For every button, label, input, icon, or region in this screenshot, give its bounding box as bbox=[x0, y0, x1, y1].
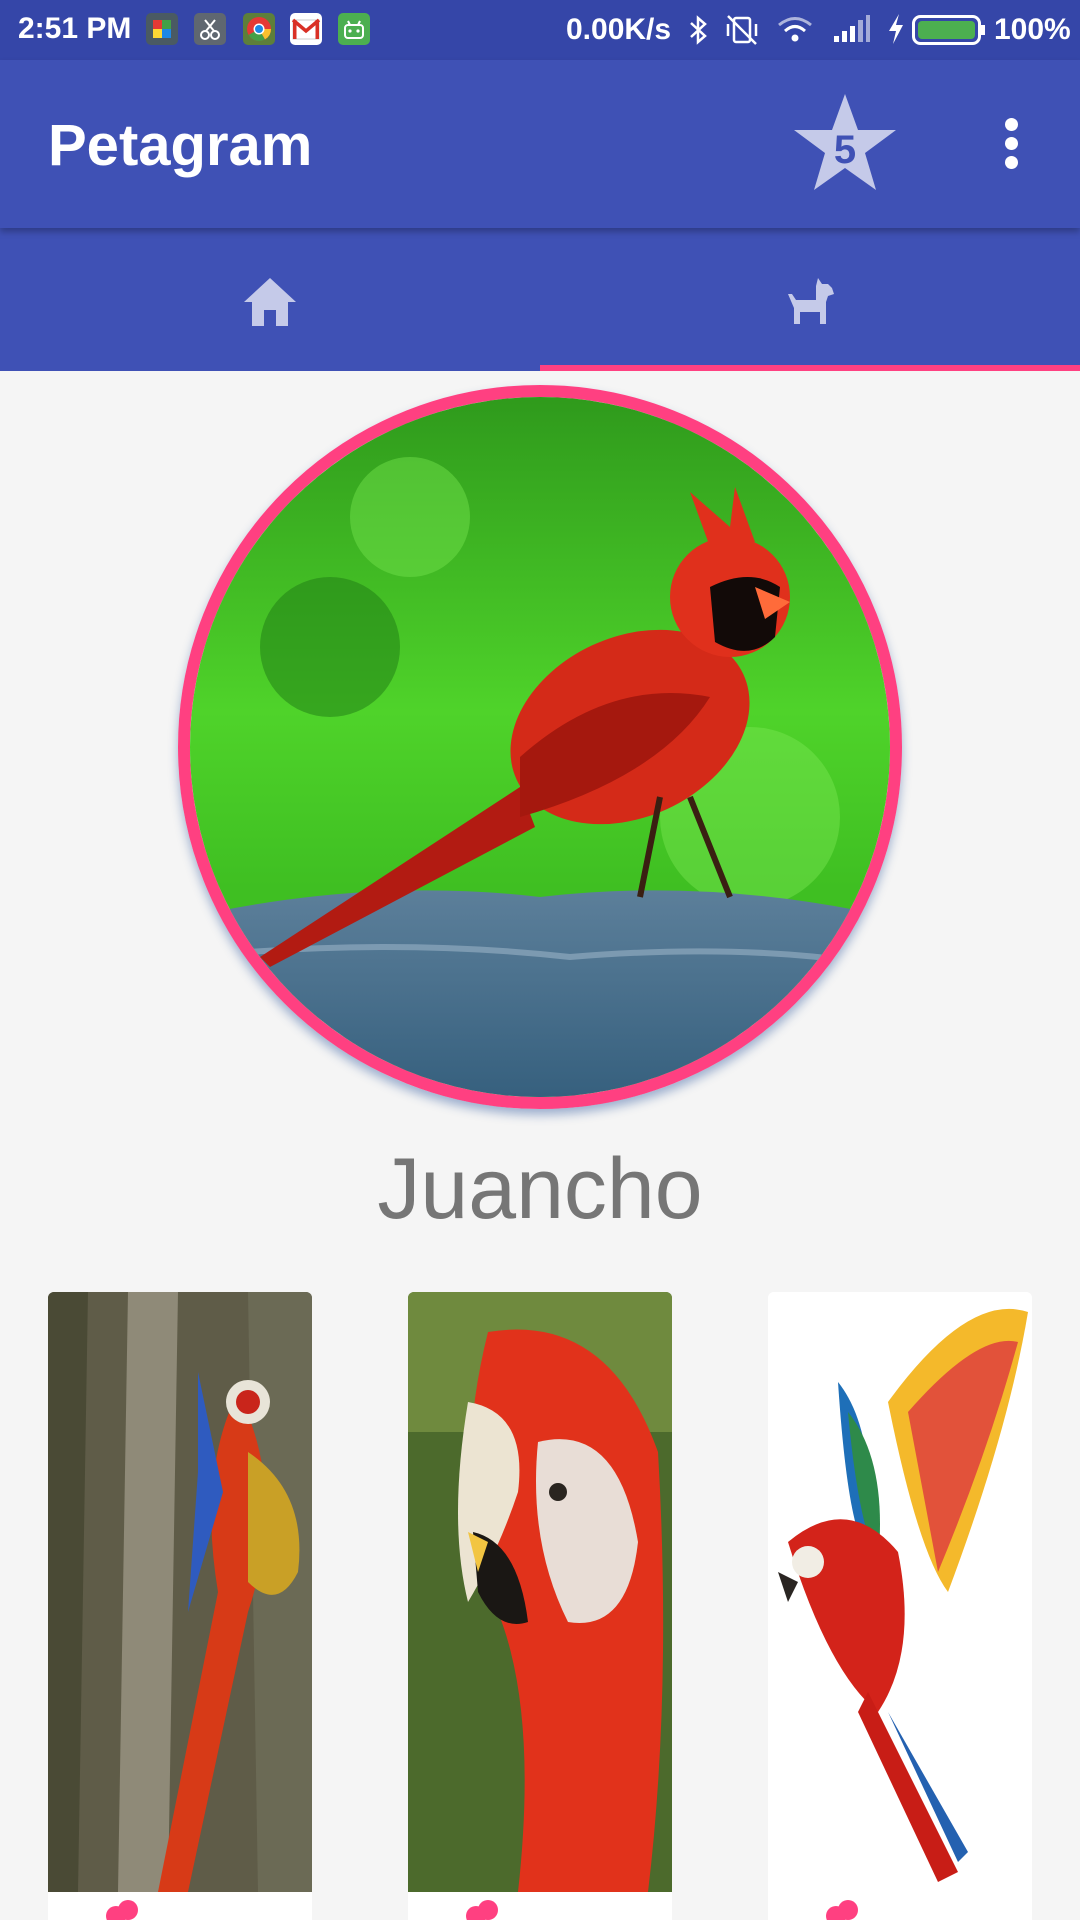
charging-bolt-icon bbox=[889, 14, 903, 44]
wifi-icon bbox=[778, 17, 812, 42]
status-time: 2:51 PM bbox=[18, 12, 132, 45]
macaw-closeup-photo bbox=[408, 1292, 672, 1892]
favorites-count: 5 bbox=[833, 128, 857, 172]
tab-indicator bbox=[540, 365, 1080, 371]
gmail-icon bbox=[290, 13, 322, 45]
pet-name: Juancho bbox=[377, 1141, 703, 1237]
photo-card[interactable] bbox=[48, 1292, 312, 1920]
cardinal-bird-photo bbox=[190, 397, 890, 1097]
bone-icon bbox=[826, 1900, 858, 1920]
cell-signal-icon bbox=[834, 15, 870, 42]
photo-card[interactable] bbox=[408, 1292, 672, 1920]
tab-bar bbox=[0, 228, 1080, 371]
chrome-icon bbox=[243, 13, 275, 45]
tab-home[interactable] bbox=[0, 228, 540, 371]
app-title: Petagram bbox=[48, 113, 313, 178]
macaw-wings-photo bbox=[768, 1292, 1032, 1892]
tab-profile[interactable] bbox=[540, 228, 1080, 371]
android-robot-icon bbox=[338, 13, 370, 45]
macaw-flying-photo bbox=[48, 1292, 312, 1892]
dog-icon bbox=[788, 278, 834, 324]
battery-percent: 100% bbox=[994, 13, 1071, 46]
battery-icon bbox=[912, 15, 985, 45]
app-bar: Petagram 5 bbox=[0, 60, 1080, 228]
bluetooth-icon bbox=[690, 15, 707, 45]
scissors-app-icon bbox=[194, 13, 226, 45]
photo-card[interactable] bbox=[768, 1292, 1032, 1920]
more-vert-icon[interactable] bbox=[996, 116, 1032, 172]
profile-avatar bbox=[178, 385, 902, 1109]
favorites-button[interactable]: 5 bbox=[790, 90, 900, 196]
bone-icon bbox=[106, 1900, 138, 1920]
puzzle-app-icon bbox=[146, 13, 178, 45]
vibrate-off-icon bbox=[726, 15, 758, 45]
home-icon bbox=[244, 278, 296, 326]
network-speed: 0.00K/s bbox=[566, 13, 672, 46]
status-bar: 2:51 PM 0.00K/s 100% bbox=[0, 0, 1080, 60]
bone-icon bbox=[466, 1900, 498, 1920]
